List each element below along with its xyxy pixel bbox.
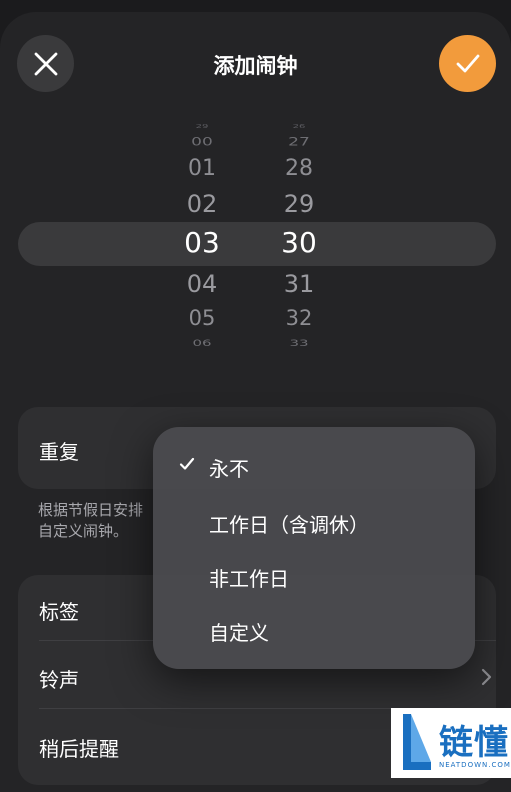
minute-value: 31 [283, 270, 315, 298]
minute-value: 28 [285, 156, 313, 181]
repeat-menu: 永不 工作日（含调休） 非工作日 自定义 [153, 427, 475, 669]
hour-value: 06 [192, 337, 212, 349]
picker-selection-band [18, 222, 496, 266]
minute-value: 27 [288, 135, 310, 149]
hour-value: 02 [186, 190, 218, 218]
hour-wheel[interactable]: 29 00 01 02 03 04 05 06 [162, 118, 242, 363]
minute-wheel[interactable]: 26 27 28 29 30 31 32 33 [259, 118, 339, 363]
minute-value: 26 [292, 123, 306, 130]
checkmark-icon [456, 54, 479, 72]
menu-option-custom[interactable]: 自定义 [209, 617, 269, 646]
watermark: 链懂 NEATDOWN.COM [391, 708, 511, 778]
chevron-right-icon [481, 668, 493, 690]
menu-option-non-workdays[interactable]: 非工作日 [209, 563, 289, 592]
checkmark-icon [179, 457, 195, 470]
hour-value: 01 [188, 156, 216, 181]
minute-value: 32 [285, 306, 313, 330]
menu-option-workdays[interactable]: 工作日（含调休） [209, 509, 369, 538]
label-row[interactable]: 标签 [39, 596, 79, 625]
confirm-button[interactable] [439, 35, 496, 92]
watermark-brand: 链懂 [439, 723, 509, 763]
ringtone-row[interactable]: 铃声 [39, 664, 79, 693]
snooze-row[interactable]: 稍后提醒 [39, 733, 119, 762]
minute-value: 33 [289, 337, 309, 349]
menu-option-never[interactable]: 永不 [209, 453, 249, 482]
watermark-sub: NEATDOWN.COM [439, 761, 511, 769]
repeat-label: 重复 [39, 440, 79, 464]
hour-value: 05 [188, 306, 216, 330]
brand-logo-icon [403, 714, 431, 770]
minute-value: 29 [283, 190, 315, 218]
hour-value: 04 [186, 270, 218, 298]
page-title: 添加闹钟 [213, 54, 298, 78]
selected-hour: 03 [184, 226, 220, 259]
hour-value: 00 [191, 135, 213, 149]
hour-value: 29 [195, 123, 209, 130]
selected-minute: 30 [281, 226, 317, 259]
